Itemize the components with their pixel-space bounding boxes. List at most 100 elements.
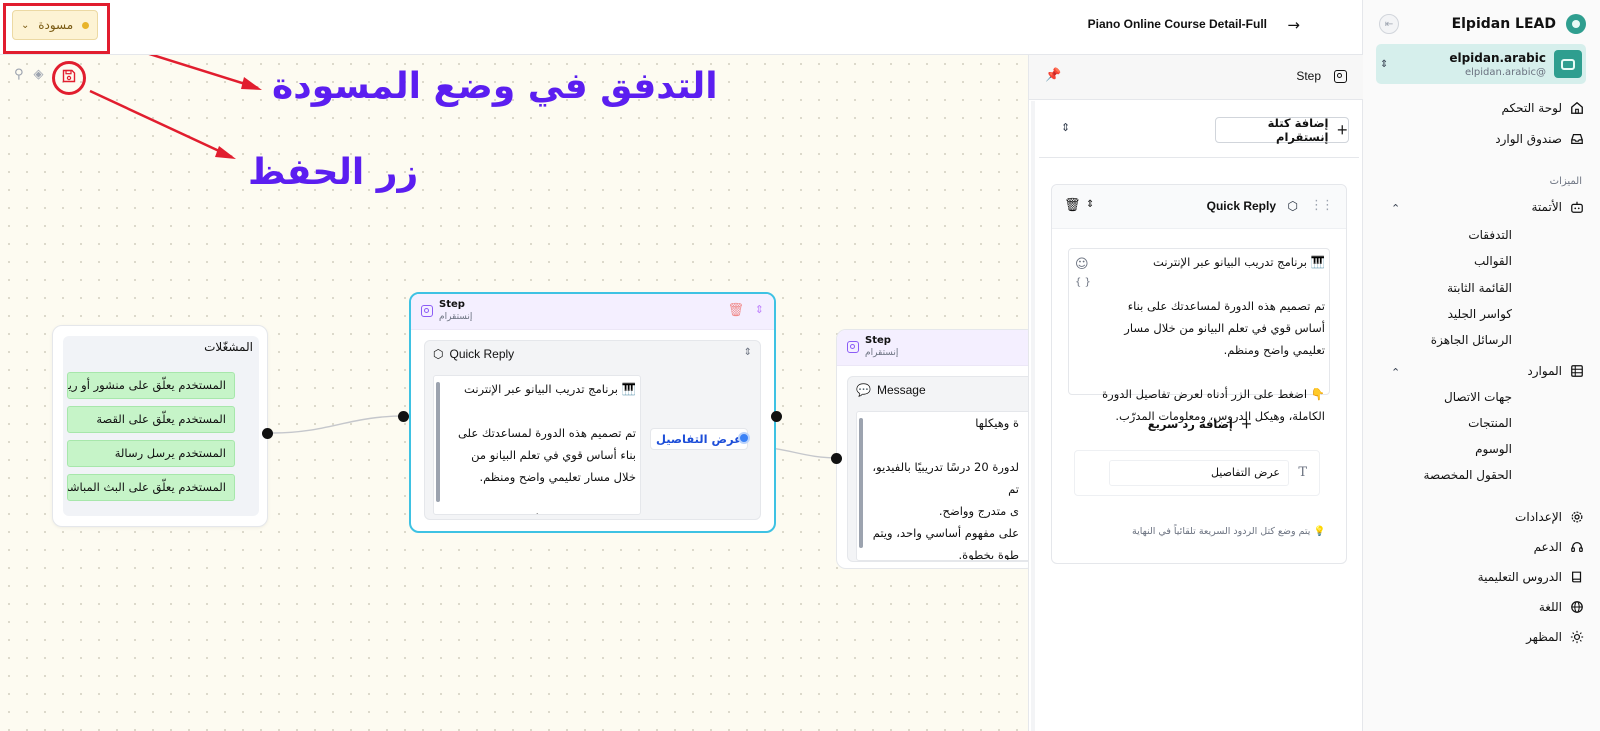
variable-braces-icon[interactable]: { }	[1075, 277, 1091, 288]
button-output-port[interactable]	[738, 432, 750, 444]
trigger-node[interactable]: المشغّلات المستخدم يعلّق على منشور أو ري…	[52, 325, 268, 527]
sidebar-item-label: الموارد	[1527, 364, 1562, 378]
sidebar: Elpidan LEAD ⇤ elpidan.arabic @elpidan.a…	[1362, 0, 1600, 731]
status-label: مسودة	[38, 18, 74, 32]
emoji-icon[interactable]: ☺	[1075, 257, 1089, 272]
message-preview[interactable]: ة وهيكلها لدورة 20 درسًا تدريبيًا بالفيد…	[856, 411, 1028, 561]
sidebar-item-tutorials[interactable]: الدروس التعليمية	[1478, 570, 1584, 584]
back-arrow-icon[interactable]: →	[1287, 16, 1300, 34]
message-text: 🎹 برنامج تدريب البيانو عبر الإنترنت تم ت…	[1102, 255, 1325, 423]
sidebar-item-contacts[interactable]: جهات الاتصال	[1444, 390, 1512, 404]
sidebar-item-automation[interactable]: الأتمتة	[1531, 200, 1584, 214]
trigger-output-port[interactable]	[262, 428, 273, 439]
chevron-updown-icon[interactable]: ⇕	[1061, 121, 1070, 134]
add-quick-reply-button[interactable]: ＋ إضافة رد سريع	[1144, 413, 1256, 435]
sidebar-item-label: صندوق الوارد	[1495, 132, 1562, 146]
trigger-item[interactable]: المستخدم يعلّق على منشور أو ريل	[67, 372, 235, 399]
drag-handle-icon[interactable]: ⋮⋮	[1310, 198, 1334, 213]
trash-icon[interactable]: 🗑	[1064, 198, 1081, 213]
message-block[interactable]: 💬 Message ة وهيكلها لدورة 20 درسًا تدريبي…	[847, 376, 1028, 562]
chevron-down-icon: ⌄	[21, 19, 30, 31]
add-instagram-block-button[interactable]: ＋ إضافة كتلة إنستقرام	[1215, 116, 1349, 144]
step-title: Step	[865, 335, 891, 346]
brand-logo-icon	[1566, 14, 1586, 34]
message-textarea[interactable]: ☺ { } 🎹 برنامج تدريب البيانو عبر الإنترن…	[1068, 248, 1330, 423]
divider	[1039, 157, 1359, 158]
chevron-updown-icon: ⇕	[1380, 58, 1389, 70]
sidebar-item-products[interactable]: المنتجات	[1468, 416, 1512, 430]
step-node[interactable]: Step إنستقرام 💬 Message ة وهيكلها لدورة 2…	[836, 329, 1028, 569]
sidebar-item-icebreakers[interactable]: كواسر الجليد	[1448, 307, 1512, 321]
step-input-port[interactable]	[831, 453, 842, 464]
annotation-save-button: زر الحفظ	[248, 152, 419, 193]
sidebar-item-language[interactable]: اللغة	[1539, 600, 1584, 614]
chat-bubble-icon: 💬	[856, 383, 871, 397]
chevron-up-icon[interactable]: ⌃	[1391, 366, 1400, 379]
trigger-item[interactable]: المستخدم يعلّق على القصة	[67, 406, 235, 433]
flow-status-dropdown[interactable]: مسودة ⌄	[12, 10, 98, 40]
sidebar-item-dashboard[interactable]: لوحة التحكم	[1502, 101, 1585, 115]
top-bar: مسودة ⌄ Piano Online Course Detail-Full …	[0, 0, 1362, 55]
step-subtitle: إنستقرام	[439, 312, 473, 322]
step-output-port[interactable]	[771, 411, 782, 422]
sidebar-item-persistent-menu[interactable]: القائمة الثابتة	[1447, 281, 1512, 295]
sidebar-item-settings[interactable]: الإعدادات	[1515, 510, 1584, 524]
globe-icon	[1571, 601, 1583, 613]
plus-icon: ＋	[1240, 417, 1253, 431]
account-switcher[interactable]: elpidan.arabic @elpidan.arabic ⇕	[1376, 44, 1586, 84]
brand: Elpidan LEAD	[1452, 14, 1586, 34]
text-type-icon: T	[1298, 465, 1307, 480]
instagram-icon	[1334, 70, 1347, 83]
scrollbar[interactable]	[436, 382, 440, 502]
sidebar-item-inbox[interactable]: صندوق الوارد	[1495, 132, 1584, 146]
instagram-icon	[847, 341, 859, 353]
headset-icon	[1571, 542, 1583, 552]
quick-reply-button[interactable]: عرض التفاصيل	[650, 428, 748, 450]
pin-icon[interactable]: 📌	[1045, 68, 1061, 83]
hint-text: 💡 يتم وضع كتل الردود السريعة تلقائياً في…	[1132, 526, 1326, 537]
brand-name: Elpidan LEAD	[1451, 16, 1556, 32]
book-icon	[1572, 571, 1582, 583]
trigger-item[interactable]: المستخدم يعلّق على البث المباشر	[67, 474, 235, 501]
sun-icon	[1570, 630, 1584, 644]
sidebar-item-label: اللغة	[1538, 600, 1562, 614]
chevron-up-icon[interactable]: ⌃	[1391, 202, 1400, 215]
quick-reply-button-input[interactable]: عرض التفاصيل	[1109, 460, 1289, 486]
step-node-selected[interactable]: Step إنستقرام 🗑 ⇕ ⬡ Quick Reply ⇕ 🎹 برنام…	[409, 292, 776, 533]
sidebar-item-label: لوحة التحكم	[1501, 101, 1563, 115]
collapse-sidebar-button[interactable]: ⇤	[1379, 14, 1399, 34]
step-title: Step	[439, 299, 465, 310]
trigger-item[interactable]: المستخدم يرسل رسالة	[67, 440, 235, 467]
home-icon	[1571, 101, 1583, 114]
sidebar-item-appearance[interactable]: المظهر	[1526, 630, 1584, 644]
sidebar-item-resources[interactable]: الموارد	[1527, 364, 1584, 378]
gear-icon	[1571, 511, 1583, 523]
chevron-updown-icon[interactable]: ⇕	[755, 303, 764, 316]
message-preview[interactable]: 🎹 برنامج تدريب البيانو عبر الإنترنت تم ت…	[433, 375, 641, 515]
sidebar-item-canned-messages[interactable]: الرسائل الجاهزة	[1431, 333, 1512, 347]
step-subtitle: إنستقرام	[865, 348, 899, 358]
block-title: 💬 Message	[856, 383, 926, 397]
chevron-updown-icon[interactable]: ⇕	[1086, 199, 1094, 210]
sidebar-item-tags[interactable]: الوسوم	[1475, 442, 1512, 456]
panel-scrollbar[interactable]	[1031, 101, 1035, 731]
trash-icon[interactable]: 🗑	[727, 303, 744, 318]
page-title: Piano Online Course Detail-Full	[1087, 17, 1267, 31]
cube-icon: ⬡	[433, 347, 444, 361]
sidebar-item-label: الإعدادات	[1515, 510, 1562, 524]
flow-canvas[interactable]: ⚲ ◈ التدفق في وضع المسودة زر الحفظ المشغ…	[0, 55, 1028, 731]
scrollbar[interactable]	[859, 418, 863, 548]
sidebar-item-custom-fields[interactable]: الحقول المخصصة	[1424, 468, 1512, 482]
sidebar-item-flows[interactable]: التدفقات	[1468, 228, 1512, 242]
inbox-icon	[1571, 134, 1583, 144]
message-text: 🎹 برنامج تدريب البيانو عبر الإنترنت تم ت…	[457, 382, 636, 484]
step-node-header: Step إنستقرام 🗑 ⇕	[411, 294, 774, 330]
sidebar-item-templates[interactable]: القوالب	[1474, 254, 1512, 268]
step-node-header: Step إنستقرام	[837, 330, 1028, 366]
sidebar-item-support[interactable]: الدعم	[1534, 540, 1584, 554]
instagram-icon	[421, 305, 433, 317]
chevron-updown-icon[interactable]: ⇕	[744, 347, 752, 358]
sidebar-item-label: الدروس التعليمية	[1477, 570, 1562, 584]
cube-icon: ⬡	[1287, 199, 1298, 213]
step-input-port[interactable]	[398, 411, 409, 422]
